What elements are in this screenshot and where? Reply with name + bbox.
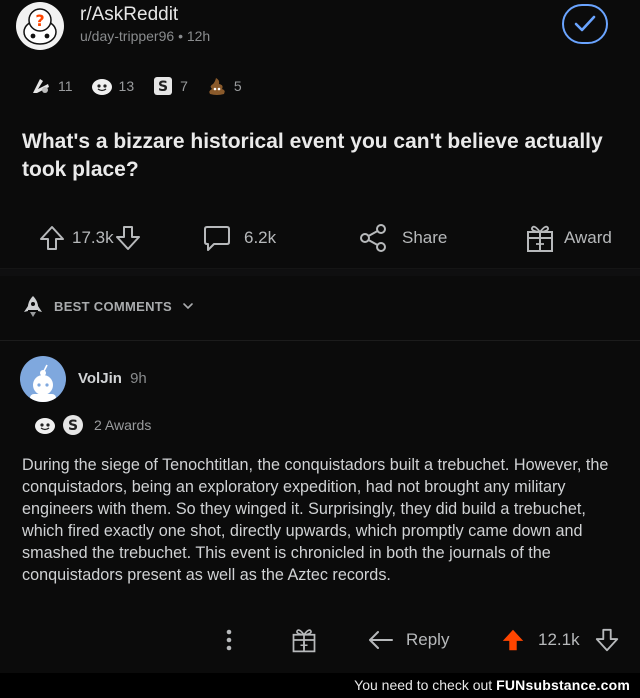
award-count: 11 [58, 78, 73, 94]
rocket-icon [24, 296, 42, 317]
comment-author-line: VolJin 9h [78, 370, 147, 387]
award-count: 7 [180, 78, 188, 94]
share-icon [360, 224, 386, 252]
sort-label: BEST COMMENTS [54, 298, 173, 314]
comment-sort-selector[interactable]: BEST COMMENTS [22, 292, 194, 320]
downvote-arrow-icon [595, 628, 619, 652]
comment-username[interactable]: VolJin [78, 370, 122, 387]
comment-action-bar: Reply 12.1k [0, 620, 640, 660]
more-options-button[interactable] [222, 620, 236, 660]
post-title[interactable]: What's a bizzare historical event you ca… [22, 128, 622, 184]
s-award-icon: S [62, 414, 84, 436]
comment-downvote-button[interactable] [594, 620, 620, 660]
comment-age: 9h [130, 370, 147, 387]
comment-body: During the siege of Tenochtitlan, the co… [22, 456, 609, 584]
post-awards[interactable]: 11 13 S 7 5 [30, 72, 254, 100]
watermark-brand: FUNsubstance.com [496, 677, 630, 693]
share-label: Share [402, 228, 448, 247]
comment-separator [0, 340, 640, 341]
checkmark-icon [574, 15, 596, 32]
gift-icon [527, 225, 553, 252]
comment-bubble-icon [204, 226, 230, 251]
watermark-text: You need to check out FUNsubstance.com [354, 677, 630, 693]
joined-button[interactable] [562, 4, 608, 44]
comment-count: 6.2k [244, 228, 277, 247]
s-award-icon: S [152, 75, 174, 97]
comments-button[interactable]: 6.2k [202, 218, 276, 258]
award-count: 5 [233, 78, 242, 94]
reply-arrow-icon [369, 631, 393, 649]
award-button[interactable]: Award [524, 218, 612, 258]
commenter-avatar[interactable] [20, 356, 66, 402]
meta-separator: • [178, 28, 183, 44]
post-score: 17.3k [72, 228, 114, 247]
upvote-button[interactable] [38, 218, 66, 258]
reply-button[interactable]: Reply [368, 620, 449, 660]
award-label: Award [564, 228, 612, 247]
comment-upvote-button[interactable] [500, 620, 526, 660]
post-age: 12h [186, 28, 211, 44]
gift-icon [292, 629, 316, 653]
subreddit-avatar[interactable]: ? [16, 2, 64, 50]
subreddit-name[interactable]: r/AskReddit [80, 4, 178, 26]
svg-text:?: ? [35, 11, 44, 30]
chevron-down-icon [183, 303, 193, 310]
post-author[interactable]: u/day-tripper96 [80, 28, 174, 44]
wholesome-award-icon [34, 414, 56, 436]
downvote-arrow-icon [116, 226, 140, 250]
downvote-button[interactable] [114, 218, 142, 258]
section-divider [0, 268, 640, 276]
upvote-arrow-filled-icon [502, 629, 524, 651]
svg-text:S: S [158, 79, 168, 95]
watermark-bar: You need to check out FUNsubstance.com [0, 673, 640, 698]
reply-label: Reply [406, 630, 450, 649]
poop-award-icon [206, 75, 228, 97]
comment-awards[interactable]: S 2 Awards [34, 412, 151, 438]
post-meta: u/day-tripper96 • 12h [80, 28, 210, 44]
comment-score: 12.1k [538, 630, 580, 649]
silver-award-icon [30, 75, 52, 97]
share-button[interactable]: Share [358, 218, 447, 258]
svg-text:S: S [68, 418, 78, 434]
comment-award-button[interactable] [290, 620, 318, 660]
post-action-bar: 17.3k 6.2k Share Award [0, 218, 640, 258]
upvote-arrow-icon [40, 226, 64, 250]
comment-awards-label: 2 Awards [94, 417, 152, 433]
wholesome-award-icon [91, 75, 113, 97]
award-count: 13 [118, 78, 135, 94]
post-header: ? r/AskReddit u/day-tripper96 • 12h [0, 0, 640, 56]
kebab-menu-icon [226, 629, 232, 651]
watermark-prefix: You need to check out [354, 677, 497, 693]
